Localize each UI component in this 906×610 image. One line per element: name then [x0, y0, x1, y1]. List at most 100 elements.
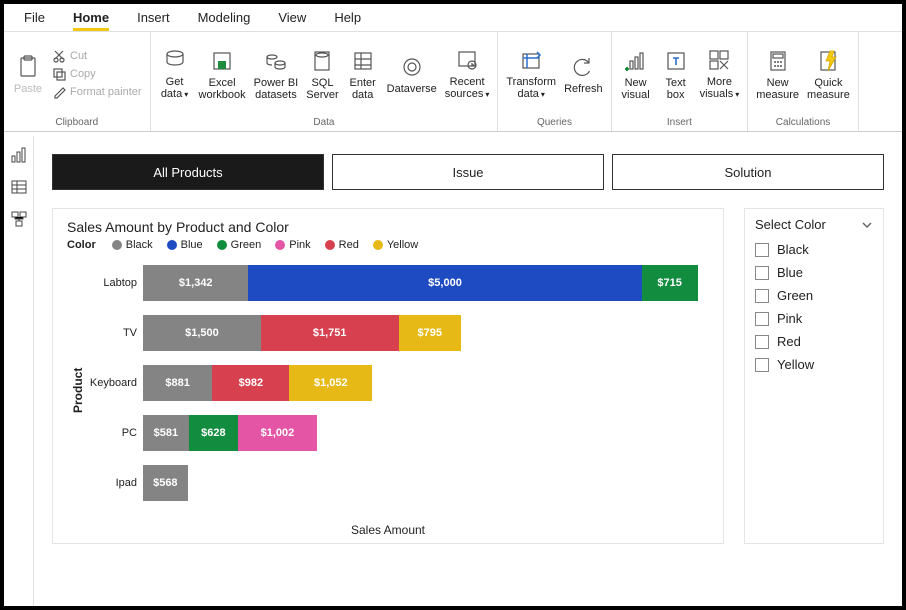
bar-track: $581$628$1,002 [143, 415, 709, 451]
ribbon-button-label: Enter data [350, 77, 376, 101]
bar-category-label: Labtop [85, 277, 143, 289]
calculator-icon [762, 47, 794, 75]
text-box-button[interactable]: Text box [656, 45, 696, 103]
legend-swatch [167, 240, 177, 250]
bar-category-label: Keyboard [85, 377, 143, 389]
bar-segment[interactable]: $715 [642, 265, 698, 301]
sql-icon [306, 47, 338, 75]
report-view-icon[interactable] [10, 146, 28, 164]
legend-item[interactable]: Pink [275, 239, 310, 251]
brush-icon [52, 85, 66, 99]
menu-home[interactable]: Home [59, 4, 123, 31]
getdata-icon [159, 46, 191, 74]
ribbon-button-label: Excel workbook [199, 77, 246, 101]
newvisual-icon [620, 47, 652, 75]
copy-button[interactable]: Copy [48, 65, 146, 83]
legend-item[interactable]: Green [217, 239, 262, 251]
chevron-down-icon[interactable] [861, 219, 873, 231]
ribbon-button-label: New visual [622, 77, 650, 101]
slicer-item-green[interactable]: Green [755, 284, 873, 307]
tab-issue[interactable]: Issue [332, 154, 604, 190]
bar-row: Ipad$568 [85, 465, 709, 501]
dataverse-button[interactable]: Dataverse [383, 51, 441, 97]
more-visuals-button[interactable]: More visuals▾ [696, 44, 744, 103]
recent-sources-button[interactable]: Recent sources▾ [441, 44, 494, 103]
checkbox-icon [755, 289, 769, 303]
bar-segment[interactable]: $568 [143, 465, 188, 501]
dataset-icon [260, 47, 292, 75]
bar-segment[interactable]: $1,342 [143, 265, 248, 301]
model-view-icon[interactable] [10, 210, 28, 228]
bar-segment[interactable]: $795 [399, 315, 461, 351]
legend-item[interactable]: Red [325, 239, 359, 251]
menu-file[interactable]: File [10, 4, 59, 31]
quickmeasure-icon [812, 47, 844, 75]
menu-help[interactable]: Help [320, 4, 375, 31]
bar-category-label: TV [85, 327, 143, 339]
ribbon-button-label: Transform data▾ [506, 76, 556, 101]
ribbon-group-label: Clipboard [4, 115, 150, 131]
sql-server-button[interactable]: SQL Server [302, 45, 342, 103]
ribbon-button-label: Text box [666, 77, 686, 101]
ribbon-button-label: Recent sources▾ [445, 76, 490, 101]
legend-item[interactable]: Blue [167, 239, 203, 251]
bar-segment[interactable]: $1,052 [289, 365, 372, 401]
enter-data-button[interactable]: Enter data [343, 45, 383, 103]
powerbi-datasets-button[interactable]: Power BI datasets [250, 45, 303, 103]
left-nav [4, 136, 34, 606]
ribbon-group-label: Queries [498, 115, 610, 131]
menu-modeling[interactable]: Modeling [184, 4, 265, 31]
bar-segment[interactable]: $982 [212, 365, 289, 401]
menu-insert[interactable]: Insert [123, 4, 184, 31]
ribbon-button-label: Paste [14, 83, 42, 95]
new-visual-button[interactable]: New visual [616, 45, 656, 103]
bar-segment[interactable]: $1,002 [238, 415, 317, 451]
slicer-item-blue[interactable]: Blue [755, 261, 873, 284]
new-measure-button[interactable]: New measure [752, 45, 803, 103]
chart-card: Sales Amount by Product and Color ColorB… [52, 208, 724, 544]
ribbon-group-label: Calculations [748, 115, 858, 131]
slicer-item-label: Yellow [777, 357, 814, 372]
slicer-item-pink[interactable]: Pink [755, 307, 873, 330]
legend-swatch [217, 240, 227, 250]
quick-measure-button[interactable]: Quick measure [803, 45, 854, 103]
legend-item[interactable]: Yellow [373, 239, 418, 251]
x-axis-title: Sales Amount [67, 523, 709, 537]
report-tabs: All ProductsIssueSolution [52, 154, 884, 190]
bar-segment[interactable]: $1,751 [261, 315, 399, 351]
get-data-button[interactable]: Get data▾ [155, 44, 195, 103]
bar-segment[interactable]: $581 [143, 415, 189, 451]
bar-segment[interactable]: $5,000 [248, 265, 641, 301]
bar-row: PC$581$628$1,002 [85, 415, 709, 451]
excel-icon [206, 47, 238, 75]
slicer-card: Select Color BlackBlueGreenPinkRed Yellow [744, 208, 884, 544]
tab-all-products[interactable]: All Products [52, 154, 324, 190]
refresh-button[interactable]: Refresh [560, 51, 607, 97]
legend-label: Color [67, 239, 96, 251]
legend-item[interactable]: Black [112, 239, 153, 251]
transform-data-button[interactable]: Transform data▾ [502, 44, 560, 103]
excel-workbook-button[interactable]: Excel workbook [195, 45, 250, 103]
bar-segment[interactable]: $881 [143, 365, 212, 401]
paste-icon [12, 53, 44, 81]
bar-track: $1,500$1,751$795 [143, 315, 709, 351]
checkbox-icon [755, 243, 769, 257]
slicer-item-black[interactable]: Black [755, 238, 873, 261]
slicer-title: Select Color [755, 217, 826, 232]
format-painter-button[interactable]: Format painter [48, 83, 146, 101]
dataverse-icon [396, 53, 428, 81]
bar-segment[interactable]: $1,500 [143, 315, 261, 351]
tab-solution[interactable]: Solution [612, 154, 884, 190]
legend-swatch [373, 240, 383, 250]
refresh-icon [567, 53, 599, 81]
cut-button[interactable]: Cut [48, 47, 146, 65]
ribbon-group-label: Data [151, 115, 498, 131]
data-view-icon[interactable] [10, 178, 28, 196]
bar-segment[interactable]: $628 [189, 415, 238, 451]
menu-view[interactable]: View [264, 4, 320, 31]
bar-track: $881$982$1,052 [143, 365, 709, 401]
paste-button[interactable]: Paste [8, 51, 48, 97]
slicer-item-red[interactable]: Red [755, 330, 873, 353]
slicer-item-yellow[interactable]: Yellow [755, 353, 873, 376]
legend-swatch [325, 240, 335, 250]
